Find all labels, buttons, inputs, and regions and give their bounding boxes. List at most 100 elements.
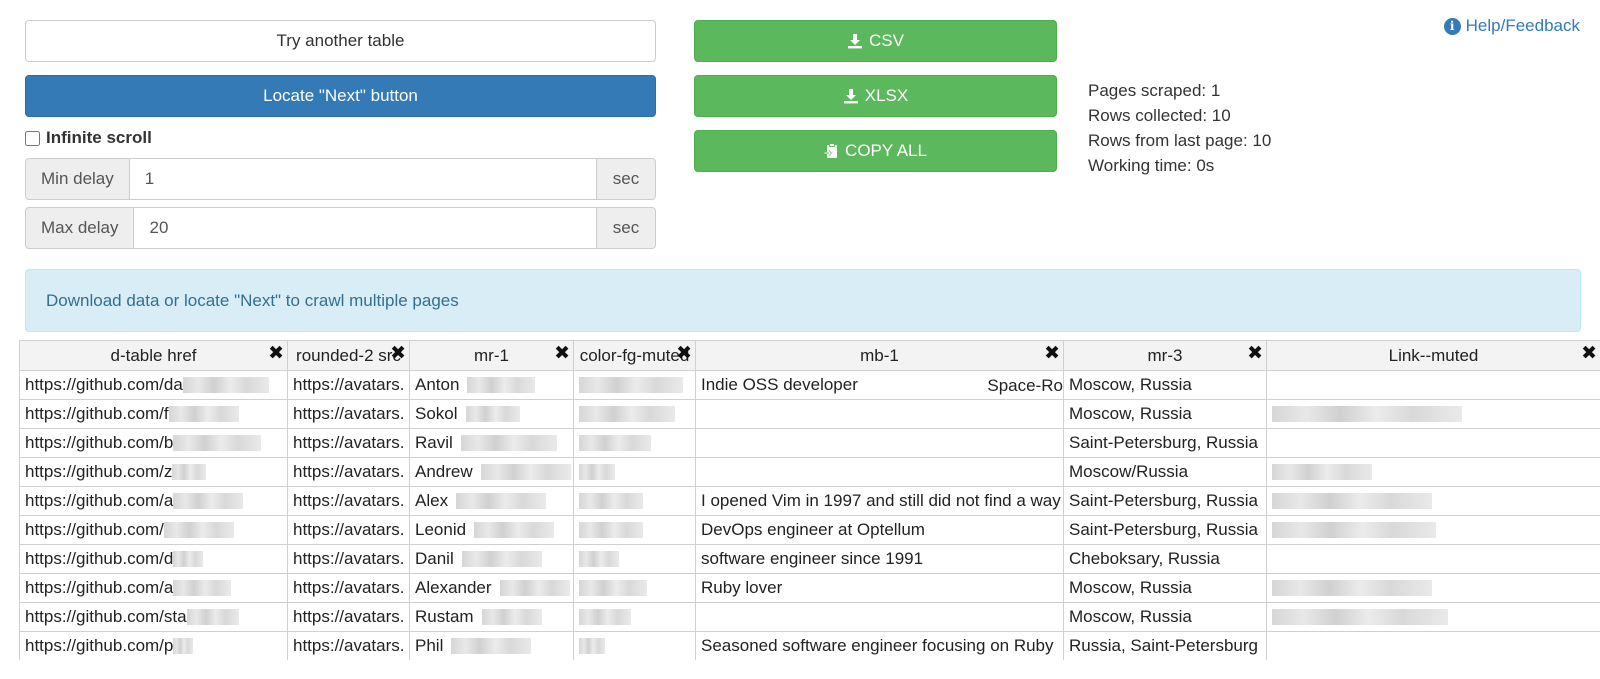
redacted-text	[461, 551, 542, 567]
column-header-label: mr-3	[1147, 345, 1183, 365]
href-cell: https://github.com/a	[19, 573, 288, 603]
username-cell	[573, 486, 696, 516]
data-table: d-table href ✖ rounded-2 src ✖ mr-1 ✖ color-fg…	[19, 340, 1600, 660]
pages-scraped: Pages scraped: 1	[1088, 81, 1221, 100]
remove-column-icon[interactable]: ✖	[1044, 342, 1060, 366]
bio-cell: DevOps engineer at Optellum	[695, 515, 1064, 545]
remove-column-icon[interactable]: ✖	[554, 342, 570, 366]
href-cell: https://github.com/sta	[19, 602, 288, 632]
redacted-text	[456, 493, 547, 509]
name-cell: Rustam	[409, 602, 574, 632]
location-cell: Saint-Petersburg, Russia	[1063, 515, 1267, 545]
user-location: Moscow, Russia	[1069, 578, 1192, 597]
redacted-text	[460, 435, 557, 451]
redacted-text	[499, 580, 570, 596]
min-delay-input[interactable]	[129, 158, 596, 200]
redacted-text	[1272, 464, 1372, 480]
bio-cell: Seasoned software engineer focusing on R…	[695, 631, 1064, 660]
copy-all-button[interactable]: COPY ALL	[694, 130, 1057, 172]
user-name: Alexander	[415, 578, 492, 597]
download-xlsx-button[interactable]: XLSX	[694, 75, 1057, 117]
user-bio: DevOps engineer at Optellum	[701, 520, 925, 539]
table-row: https://github.com/b https://avatars. Ravi…	[19, 428, 1600, 458]
link-muted-cell	[1266, 573, 1600, 603]
user-name: Phil	[415, 636, 444, 655]
avatar-url: https://avatars.	[293, 491, 405, 510]
infinite-scroll-checkbox[interactable]	[25, 130, 40, 146]
user-location: Saint-Petersburg, Russia	[1069, 491, 1258, 510]
avatar-url: https://avatars.	[293, 520, 405, 539]
download-csv-button[interactable]: CSV	[694, 20, 1057, 62]
link-muted-cell	[1266, 544, 1600, 574]
redacted-text	[1272, 580, 1432, 596]
max-delay-unit: sec	[596, 207, 656, 249]
download-icon	[843, 89, 858, 104]
user-bio: I opened Vim in 1997 and still did not f…	[701, 491, 1061, 510]
link-muted-cell	[1266, 486, 1600, 516]
data-table-container[interactable]: d-table href ✖ rounded-2 src ✖ mr-1 ✖ color-fg…	[19, 340, 1600, 660]
profile-url: https://github.com/z	[25, 462, 173, 481]
column-header-label: mb-1	[860, 345, 899, 365]
location-cell: Russia, Saint-Petersburg	[1063, 631, 1267, 660]
avatar-url: https://avatars.	[293, 375, 405, 394]
bio-cell: Ruby lover	[695, 573, 1064, 603]
infinite-scroll-toggle[interactable]: Infinite scroll	[25, 128, 152, 148]
name-cell: Danil	[409, 544, 574, 574]
user-bio: Seasoned software engineer focusing on R…	[701, 636, 1054, 655]
column-header-label: d-table href	[110, 345, 197, 365]
location-cell: Moscow/Russia	[1063, 457, 1267, 487]
redacted-text	[1272, 406, 1462, 422]
name-cell: Phil	[409, 631, 574, 660]
column-header: mb-1 ✖	[695, 340, 1064, 371]
redacted-text	[579, 493, 643, 509]
locate-next-label: Locate "Next" button	[263, 86, 418, 105]
redacted-text	[579, 522, 643, 538]
user-bio-extra: Space-Ro	[987, 376, 1063, 395]
remove-column-icon[interactable]: ✖	[390, 342, 406, 366]
user-name: Leonid	[415, 520, 467, 539]
column-header-label: Link--muted	[1388, 345, 1479, 365]
remove-column-icon[interactable]: ✖	[1581, 342, 1597, 366]
table-row: https://github.com/z https://avatars. Andr…	[19, 457, 1600, 487]
infinite-scroll-label: Infinite scroll	[46, 128, 152, 147]
avatar-src-cell: https://avatars.	[287, 457, 410, 487]
username-cell	[573, 602, 696, 632]
table-row: https://github.com/f https://avatars. Soko…	[19, 399, 1600, 429]
avatar-url: https://avatars.	[293, 462, 405, 481]
link-muted-cell	[1266, 631, 1600, 660]
min-delay-unit: sec	[596, 158, 656, 200]
name-cell: Andrew	[409, 457, 574, 487]
remove-column-icon[interactable]: ✖	[268, 342, 284, 366]
avatar-src-cell: https://avatars.	[287, 486, 410, 516]
href-cell: https://github.com/p	[19, 631, 288, 660]
user-location: Moscow, Russia	[1069, 375, 1192, 394]
profile-url: https://github.com/d	[25, 549, 174, 568]
bio-cell: I opened Vim in 1997 and still did not f…	[695, 486, 1064, 516]
location-cell: Saint-Petersburg, Russia	[1063, 486, 1267, 516]
min-delay-label: Min delay	[25, 158, 130, 200]
locate-next-button[interactable]: Locate "Next" button	[25, 75, 656, 117]
href-cell: https://github.com/z	[19, 457, 288, 487]
max-delay-input[interactable]	[134, 207, 596, 249]
link-muted-cell	[1266, 428, 1600, 458]
info-alert: Download data or locate "Next" to crawl …	[25, 269, 1581, 332]
bio-cell	[695, 457, 1064, 487]
remove-column-icon[interactable]: ✖	[1247, 342, 1263, 366]
csv-label: CSV	[869, 31, 904, 50]
redacted-text	[579, 377, 683, 393]
help-feedback-link[interactable]: i Help/Feedback	[1443, 16, 1580, 36]
redacted-text	[1272, 609, 1448, 625]
profile-url: https://github.com/b	[25, 433, 174, 452]
name-cell: Alexander	[409, 573, 574, 603]
redacted-text	[579, 638, 605, 654]
redacted-text	[1272, 522, 1436, 538]
redacted-text	[186, 609, 239, 625]
location-cell: Moscow, Russia	[1063, 573, 1267, 603]
redacted-text	[172, 464, 207, 480]
link-muted-cell	[1266, 457, 1600, 487]
redacted-text	[579, 609, 631, 625]
remove-column-icon[interactable]: ✖	[676, 342, 692, 366]
try-another-table-button[interactable]: Try another table	[25, 20, 656, 62]
table-body: https://github.com/da https://avatars. Ant…	[19, 370, 1600, 660]
copy-all-label: COPY ALL	[845, 141, 927, 160]
